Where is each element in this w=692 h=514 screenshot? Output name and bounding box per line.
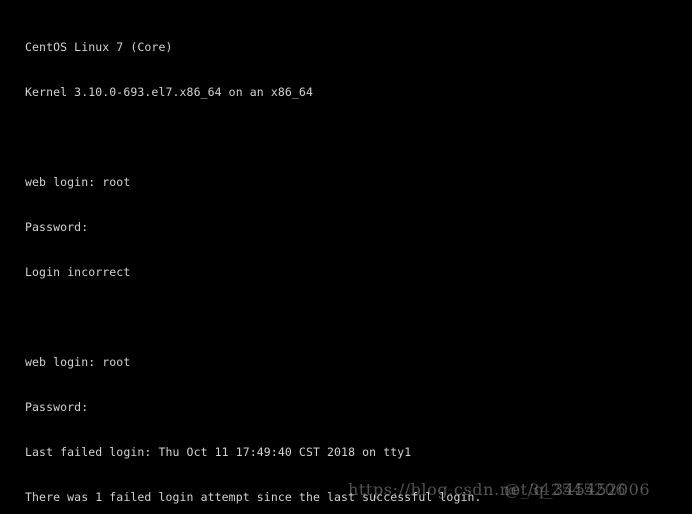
terminal-line: Kernel 3.10.0-693.el7.x86_64 on an x86_6…: [25, 85, 313, 99]
terminal-line: CentOS Linux 7 (Core): [25, 40, 173, 54]
terminal-line: web login: root: [25, 175, 131, 189]
terminal-line: There was 1 failed login attempt since t…: [25, 490, 482, 504]
terminal-screen: CentOS Linux 7 (Core) Kernel 3.10.0-693.…: [0, 0, 692, 514]
terminal-output[interactable]: CentOS Linux 7 (Core) Kernel 3.10.0-693.…: [25, 10, 685, 514]
terminal-line: Last failed login: Thu Oct 11 17:49:40 C…: [25, 445, 412, 459]
terminal-line: Password:: [25, 400, 89, 414]
terminal-line: Password:: [25, 220, 89, 234]
terminal-line: Login incorrect: [25, 265, 131, 279]
terminal-line: web login: root: [25, 355, 131, 369]
